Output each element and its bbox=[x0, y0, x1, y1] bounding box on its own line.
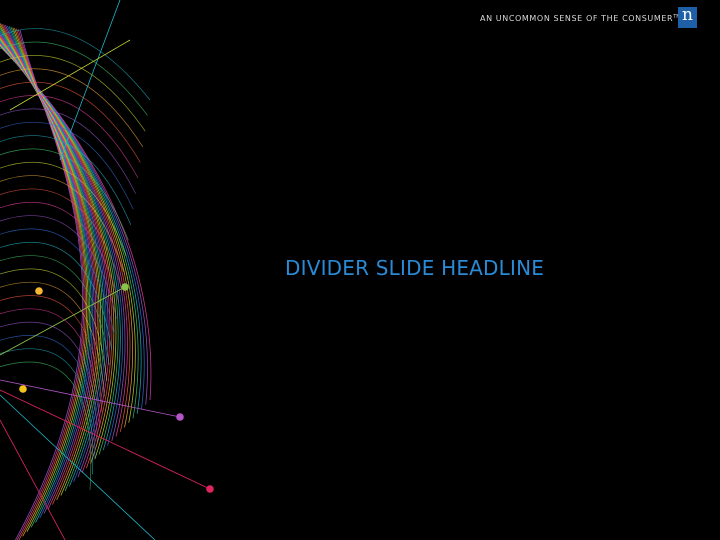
art-curve-line bbox=[0, 31, 107, 482]
slide-headline: DIVIDER SLIDE HEADLINE bbox=[285, 256, 545, 280]
art-ray-line bbox=[0, 389, 211, 490]
art-curve-line bbox=[0, 34, 111, 473]
brand-tagline: AN UNCOMMON SENSE OF THE CONSUMERTM bbox=[480, 14, 681, 23]
tagline-text: AN UNCOMMON SENSE OF THE CONSUMER bbox=[480, 14, 674, 23]
logo-letter: n bbox=[682, 5, 693, 25]
art-curve-line bbox=[0, 42, 128, 437]
nielsen-logo: n bbox=[678, 7, 697, 28]
art-curve-line bbox=[1, 23, 98, 505]
art-dot bbox=[176, 413, 184, 421]
art-dot bbox=[19, 385, 27, 393]
divider-slide: AN UNCOMMON SENSE OF THE CONSUMERTM n DI… bbox=[0, 0, 720, 540]
art-ray-line bbox=[0, 379, 181, 418]
art-ray-line bbox=[0, 394, 156, 540]
art-ray-line bbox=[59, 0, 121, 161]
art-curve-line bbox=[0, 38, 117, 460]
art-dot bbox=[35, 287, 43, 295]
art-dot bbox=[121, 283, 129, 291]
art-dot bbox=[206, 485, 214, 493]
